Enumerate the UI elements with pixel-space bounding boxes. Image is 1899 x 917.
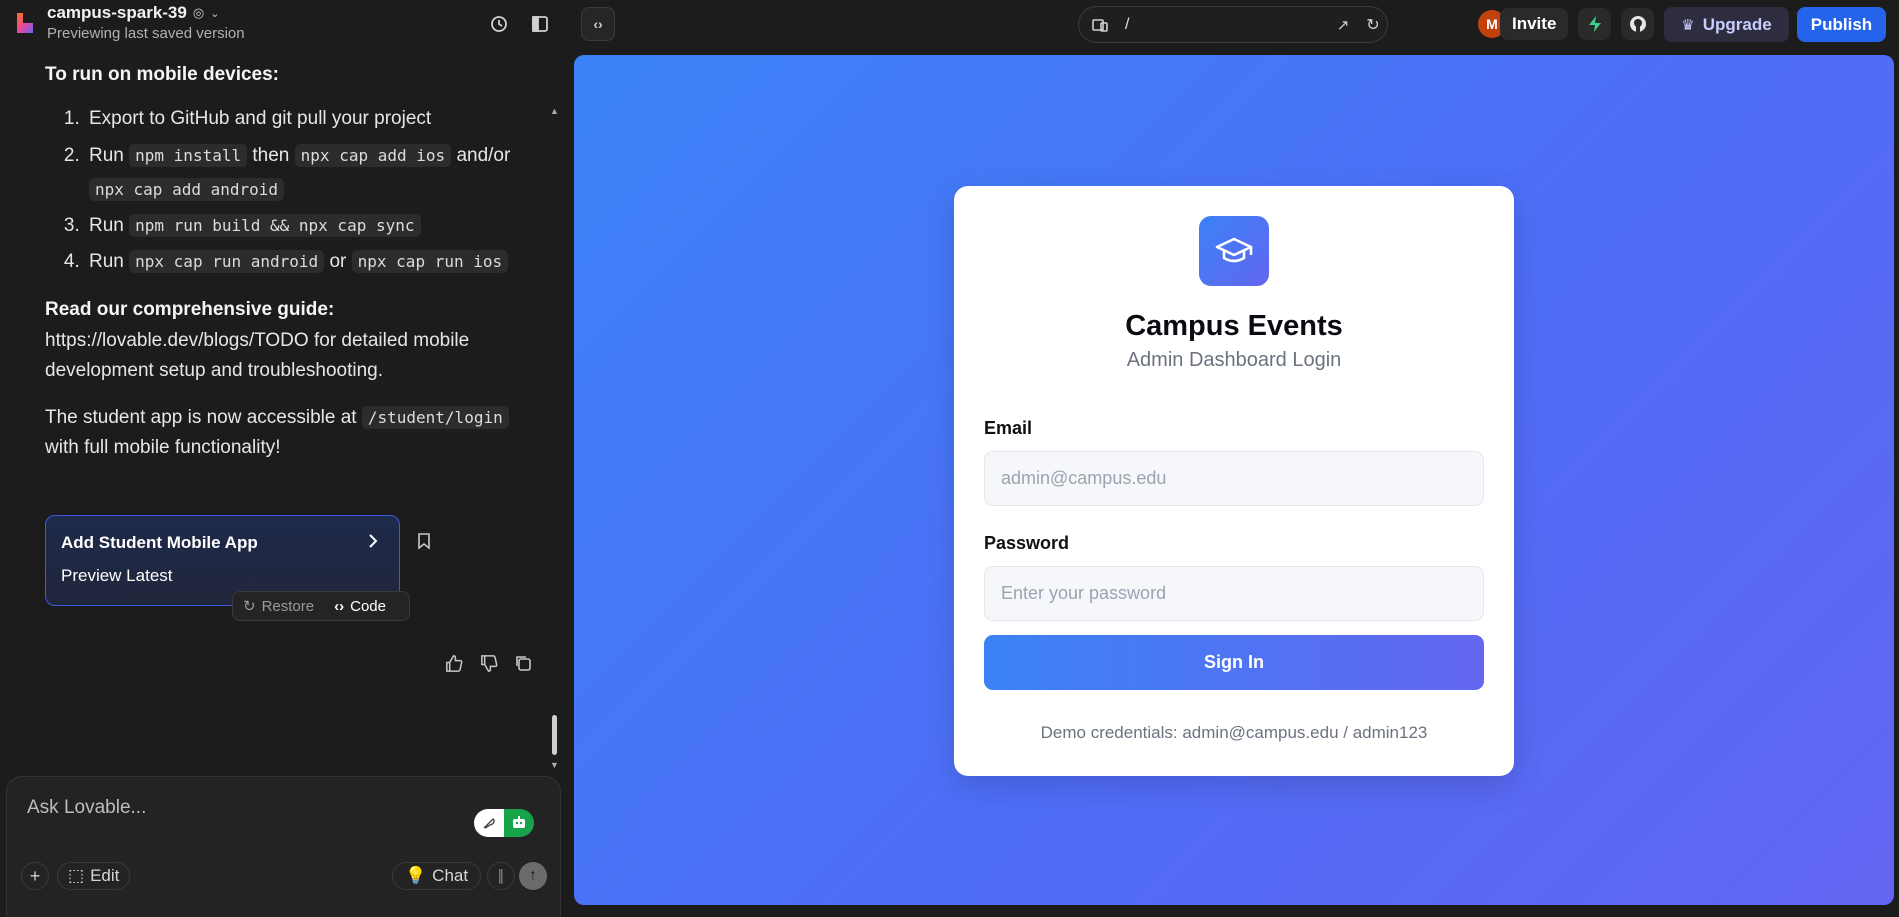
step-2: Run npm install then npx cap add ios and… [85,139,545,207]
upgrade-button[interactable]: ♛ Upgrade [1664,7,1789,42]
login-subtitle: Admin Dashboard Login [1126,349,1342,371]
inline-code: npm install [129,143,248,167]
guide-text: https://lovable.dev/blogs/TODO for detai… [45,329,470,382]
view-code-button[interactable]: ‹› Code [324,598,396,615]
code-icon: ‹› [334,597,345,615]
email-field[interactable]: admin@campus.edu [984,451,1484,506]
supabase-icon[interactable] [1578,8,1611,40]
inline-code: npx cap run android [129,250,325,274]
login-title: Campus Events [1125,310,1343,342]
code-icon: ‹› [593,16,603,32]
chevron-right-icon[interactable] [367,534,379,553]
inline-code: /student/login [361,405,509,429]
version-actions: ↻ Restore ‹› Code [232,591,410,621]
step-3: Run npm run build && npx cap sync [85,209,545,243]
mobile-heading: To run on mobile devices: [45,64,280,85]
password-label: Password [984,533,1070,553]
upgrade-label: Upgrade [1702,14,1772,34]
scroll-down-arrow[interactable]: ▼ [550,760,559,770]
history-icon[interactable] [487,12,511,36]
preview-latest-link[interactable]: Preview Latest [61,566,173,586]
plus-icon: + [29,865,41,886]
open-external-icon[interactable]: ↗ [1334,16,1352,34]
restore-icon: ↻ [243,598,256,615]
invite-button[interactable]: Invite [1500,8,1569,40]
select-cursor-icon: ⬚ [68,866,85,885]
email-label: Email [984,418,1033,438]
inline-code: npx cap add ios [294,143,452,167]
lightbulb-icon: 💡 [405,866,427,885]
publish-button[interactable]: Publish [1797,7,1886,42]
version-card-title: Add Student Mobile App [61,533,258,552]
thumbs-down-icon[interactable] [479,654,498,678]
login-card: Campus Events Admin Dashboard Login Emai… [954,186,1514,776]
thumbs-up-icon[interactable] [444,654,463,678]
globe-icon: ◎ [192,5,205,20]
device-preview-icon[interactable] [1091,16,1109,34]
chat-composer: Ask Lovable... + ⬚ Edit 💡 Chat ║ ↑ [6,776,561,917]
restore-button[interactable]: ↻ Restore [233,597,324,616]
robot-icon[interactable] [504,809,534,837]
waveform-icon: ║ [496,869,506,883]
bookmark-icon[interactable] [416,532,432,555]
url-path: / [1125,16,1130,33]
chat-mode-button[interactable]: 💡 Chat [392,862,482,890]
app-preview: Campus Events Admin Dashboard Login Emai… [574,55,1894,905]
arrow-up-icon: ↑ [529,867,537,884]
inline-code: npm run build && npx cap sync [129,213,421,237]
copy-icon[interactable] [514,654,532,677]
project-name: campus-spark-39 [47,3,187,22]
crown-icon: ♛ [1681,16,1695,34]
assistant-message: To run on mobile devices: Export to GitH… [45,60,545,463]
send-button[interactable]: ↑ [519,862,547,890]
edit-button[interactable]: ⬚ Edit [57,862,131,890]
demo-credentials: Demo credentials: admin@campus.edu / adm… [1040,723,1428,742]
code-view-button[interactable]: ‹› [581,7,615,41]
mode-toggle[interactable] [474,809,534,837]
project-status: Previewing last saved version [47,25,245,42]
graduation-cap-icon [1199,216,1269,286]
lovable-logo-icon[interactable] [14,11,36,35]
step-4: Run npx cap run android or npx cap run i… [85,245,545,279]
step-1: Export to GitHub and git pull your proje… [85,102,545,136]
steps-list: Export to GitHub and git pull your proje… [85,102,545,279]
chat-panel: To run on mobile devices: Export to GitH… [0,50,565,917]
add-attachment-button[interactable]: + [21,862,49,890]
chevron-down-icon: ⌄ [210,7,220,20]
password-field[interactable]: Enter your password [984,566,1484,621]
top-bar: campus-spark-39 ◎ ⌄ Previewing last save… [0,0,1899,50]
url-bar[interactable]: / ↗ ↻ [1078,6,1388,43]
scroll-up-arrow[interactable]: ▲ [550,106,559,116]
chat-input[interactable]: Ask Lovable... [27,797,146,819]
refresh-icon[interactable]: ↻ [1364,16,1382,34]
github-icon[interactable] [1621,8,1654,40]
project-info[interactable]: campus-spark-39 ◎ ⌄ Previewing last save… [47,3,245,42]
guide-heading: Read our comprehensive guide: [45,299,335,321]
inline-code: npx cap run ios [351,250,509,274]
feather-icon[interactable] [474,809,504,837]
app-window: campus-spark-39 ◎ ⌄ Previewing last save… [0,0,1899,917]
voice-input-button[interactable]: ║ [487,862,515,890]
scrollbar-thumb[interactable] [552,715,557,755]
inline-code: npx cap add android [89,177,285,201]
sign-in-button[interactable]: Sign In [984,635,1484,690]
sidebar-toggle-icon[interactable] [528,12,552,36]
student-note: The student app is now accessible at /st… [45,403,545,464]
